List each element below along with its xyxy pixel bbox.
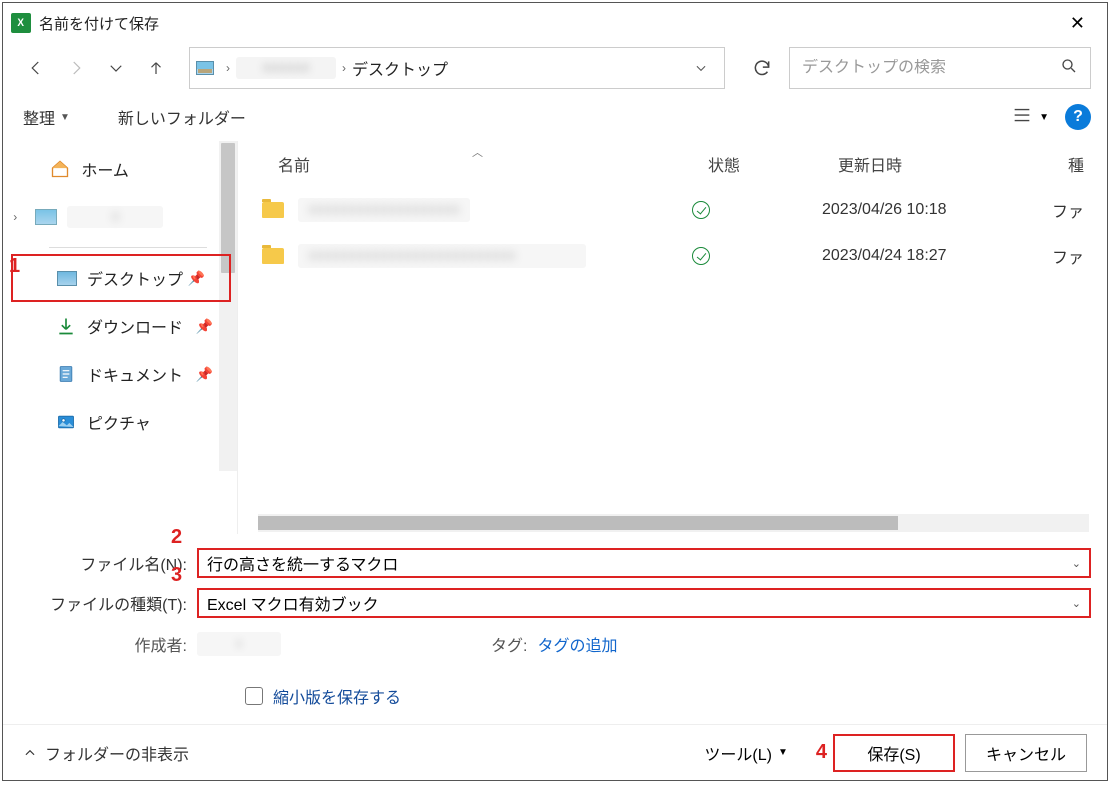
search-box[interactable] [789, 47, 1091, 89]
address-dropdown[interactable] [684, 61, 718, 75]
filetype-label: ファイルの種類(T): [19, 591, 197, 615]
file-row[interactable]: xxxxxxxxxxxxxxxxxxx 2023/04/26 10:18 ファ [238, 187, 1107, 233]
sidebar-item-documents[interactable]: ドキュメント 📌 [7, 350, 237, 398]
hide-folders-button[interactable]: フォルダーの非表示 [23, 741, 189, 765]
sidebar-item-label: ピクチャ [87, 410, 151, 434]
toolbar: 整理▼ 新しいフォルダー ▼ ? [3, 93, 1107, 141]
refresh-button[interactable] [741, 47, 783, 89]
file-name-blurred: xxxxxxxxxxxxxxxxxxxxxxxxxx [298, 244, 586, 268]
filename-input[interactable]: 行の高さを統一するマクロ ⌄ [197, 548, 1091, 578]
pictures-icon [55, 412, 77, 432]
sidebar-item-home[interactable]: ホーム [25, 145, 237, 193]
path-separator-icon: › [226, 61, 230, 75]
history-dropdown[interactable] [99, 51, 133, 85]
column-header-name[interactable]: 名前 [278, 152, 708, 176]
tag-label: タグ: [491, 632, 527, 656]
sync-ok-icon [692, 247, 710, 265]
help-button[interactable]: ? [1065, 104, 1091, 130]
desktop-location-icon [196, 61, 214, 75]
forward-button[interactable] [59, 51, 93, 85]
save-thumbnail-label: 縮小版を保存する [273, 684, 401, 708]
cancel-button[interactable]: キャンセル [965, 734, 1087, 772]
view-options-button[interactable]: ▼ [1011, 104, 1049, 131]
title-bar: X 名前を付けて保存 ✕ [3, 3, 1107, 43]
document-icon [55, 364, 77, 384]
expand-chevron-icon[interactable]: › [7, 210, 23, 224]
annotation-2: 2 [171, 526, 182, 549]
sync-ok-icon [692, 201, 710, 219]
pin-icon: 📌 [196, 366, 213, 383]
sidebar-item-downloads[interactable]: ダウンロード 📌 [7, 302, 237, 350]
file-list-pane: ︿ 名前 状態 更新日時 種 xxxxxxxxxxxxxxxxxxx 2023/… [237, 141, 1107, 534]
sidebar-item-label-blurred: x [67, 206, 163, 228]
save-form: 2 3 ファイル名(N): 行の高さを統一するマクロ ⌄ ファイルの種類(T):… [3, 534, 1107, 724]
user-drive-icon [35, 209, 57, 225]
filename-value: 行の高さを統一するマクロ [207, 551, 398, 575]
address-bar[interactable]: › xxxxxx › デスクトップ [189, 47, 725, 89]
sidebar-item-label: デスクトップ [87, 266, 183, 290]
file-name-blurred: xxxxxxxxxxxxxxxxxxx [298, 198, 470, 222]
annotation-4: 4 [816, 741, 827, 764]
save-thumbnail-checkbox[interactable]: 縮小版を保存する [245, 684, 1091, 708]
desktop-icon [57, 271, 77, 286]
dialog-footer: フォルダーの非表示 ツール(L)▼ 4 保存(S) キャンセル [3, 724, 1107, 780]
author-label: 作成者: [19, 632, 197, 656]
sidebar-item-desktop[interactable]: デスクトップ 📌 [11, 254, 231, 302]
sidebar-item-user[interactable]: x [25, 193, 237, 241]
column-headers: ︿ 名前 状態 更新日時 種 [238, 141, 1107, 187]
close-button[interactable]: ✕ [1056, 7, 1099, 40]
tools-menu[interactable]: ツール(L)▼ [704, 741, 787, 765]
pin-icon: 📌 [188, 270, 205, 287]
path-segment-blurred: xxxxxx [236, 57, 336, 79]
new-folder-button[interactable]: 新しいフォルダー [114, 99, 250, 135]
organize-menu[interactable]: 整理▼ [19, 99, 74, 135]
folder-icon [262, 248, 284, 264]
excel-app-icon: X [11, 13, 31, 33]
filetype-value: Excel マクロ有効ブック [207, 591, 379, 615]
sidebar-item-label: ドキュメント [87, 362, 183, 386]
sort-indicator-icon: ︿ [472, 144, 483, 160]
annotation-1: 1 [9, 255, 20, 278]
file-type: ファ [1052, 198, 1084, 222]
tag-add-link[interactable]: タグの追加 [537, 632, 617, 656]
sidebar-item-label: ホーム [81, 157, 129, 181]
folder-icon [262, 202, 284, 218]
sidebar-item-pictures[interactable]: ピクチャ [7, 398, 237, 446]
checkbox-icon [245, 687, 263, 705]
file-date: 2023/04/26 10:18 [822, 201, 1052, 219]
dropdown-caret-icon[interactable]: ⌄ [1072, 597, 1081, 610]
column-header-type[interactable]: 種 [1068, 152, 1107, 176]
pin-icon: 📌 [196, 318, 213, 335]
file-date: 2023/04/24 18:27 [822, 247, 1052, 265]
author-value-blurred: x [197, 632, 281, 656]
download-icon [55, 316, 77, 336]
column-header-date[interactable]: 更新日時 [838, 152, 1068, 176]
navigation-pane: 1 ホーム › x デスクトップ 📌 [3, 141, 237, 534]
back-button[interactable] [19, 51, 53, 85]
path-segment: デスクトップ [352, 56, 448, 80]
path-separator-icon: › [342, 61, 346, 75]
column-header-state[interactable]: 状態 [708, 152, 838, 176]
horizontal-scrollbar[interactable] [258, 514, 1089, 532]
navigation-bar: › xxxxxx › デスクトップ [3, 43, 1107, 93]
search-input[interactable] [802, 59, 1060, 77]
home-icon [49, 159, 71, 179]
sidebar-item-label: ダウンロード [87, 314, 183, 338]
dropdown-caret-icon[interactable]: ⌄ [1072, 557, 1081, 570]
filetype-select[interactable]: Excel マクロ有効ブック ⌄ [197, 588, 1091, 618]
search-icon [1060, 57, 1078, 80]
save-as-dialog: X 名前を付けて保存 ✕ › xxxxxx › デスクトップ 整理▼ 新しいフォ… [2, 2, 1108, 781]
save-button[interactable]: 保存(S) [833, 734, 955, 772]
main-area: 1 ホーム › x デスクトップ 📌 [3, 141, 1107, 534]
annotation-3: 3 [171, 564, 182, 587]
file-row[interactable]: xxxxxxxxxxxxxxxxxxxxxxxxxx 2023/04/24 18… [238, 233, 1107, 279]
up-button[interactable] [139, 51, 173, 85]
window-title: 名前を付けて保存 [39, 13, 159, 34]
file-type: ファ [1052, 244, 1084, 268]
